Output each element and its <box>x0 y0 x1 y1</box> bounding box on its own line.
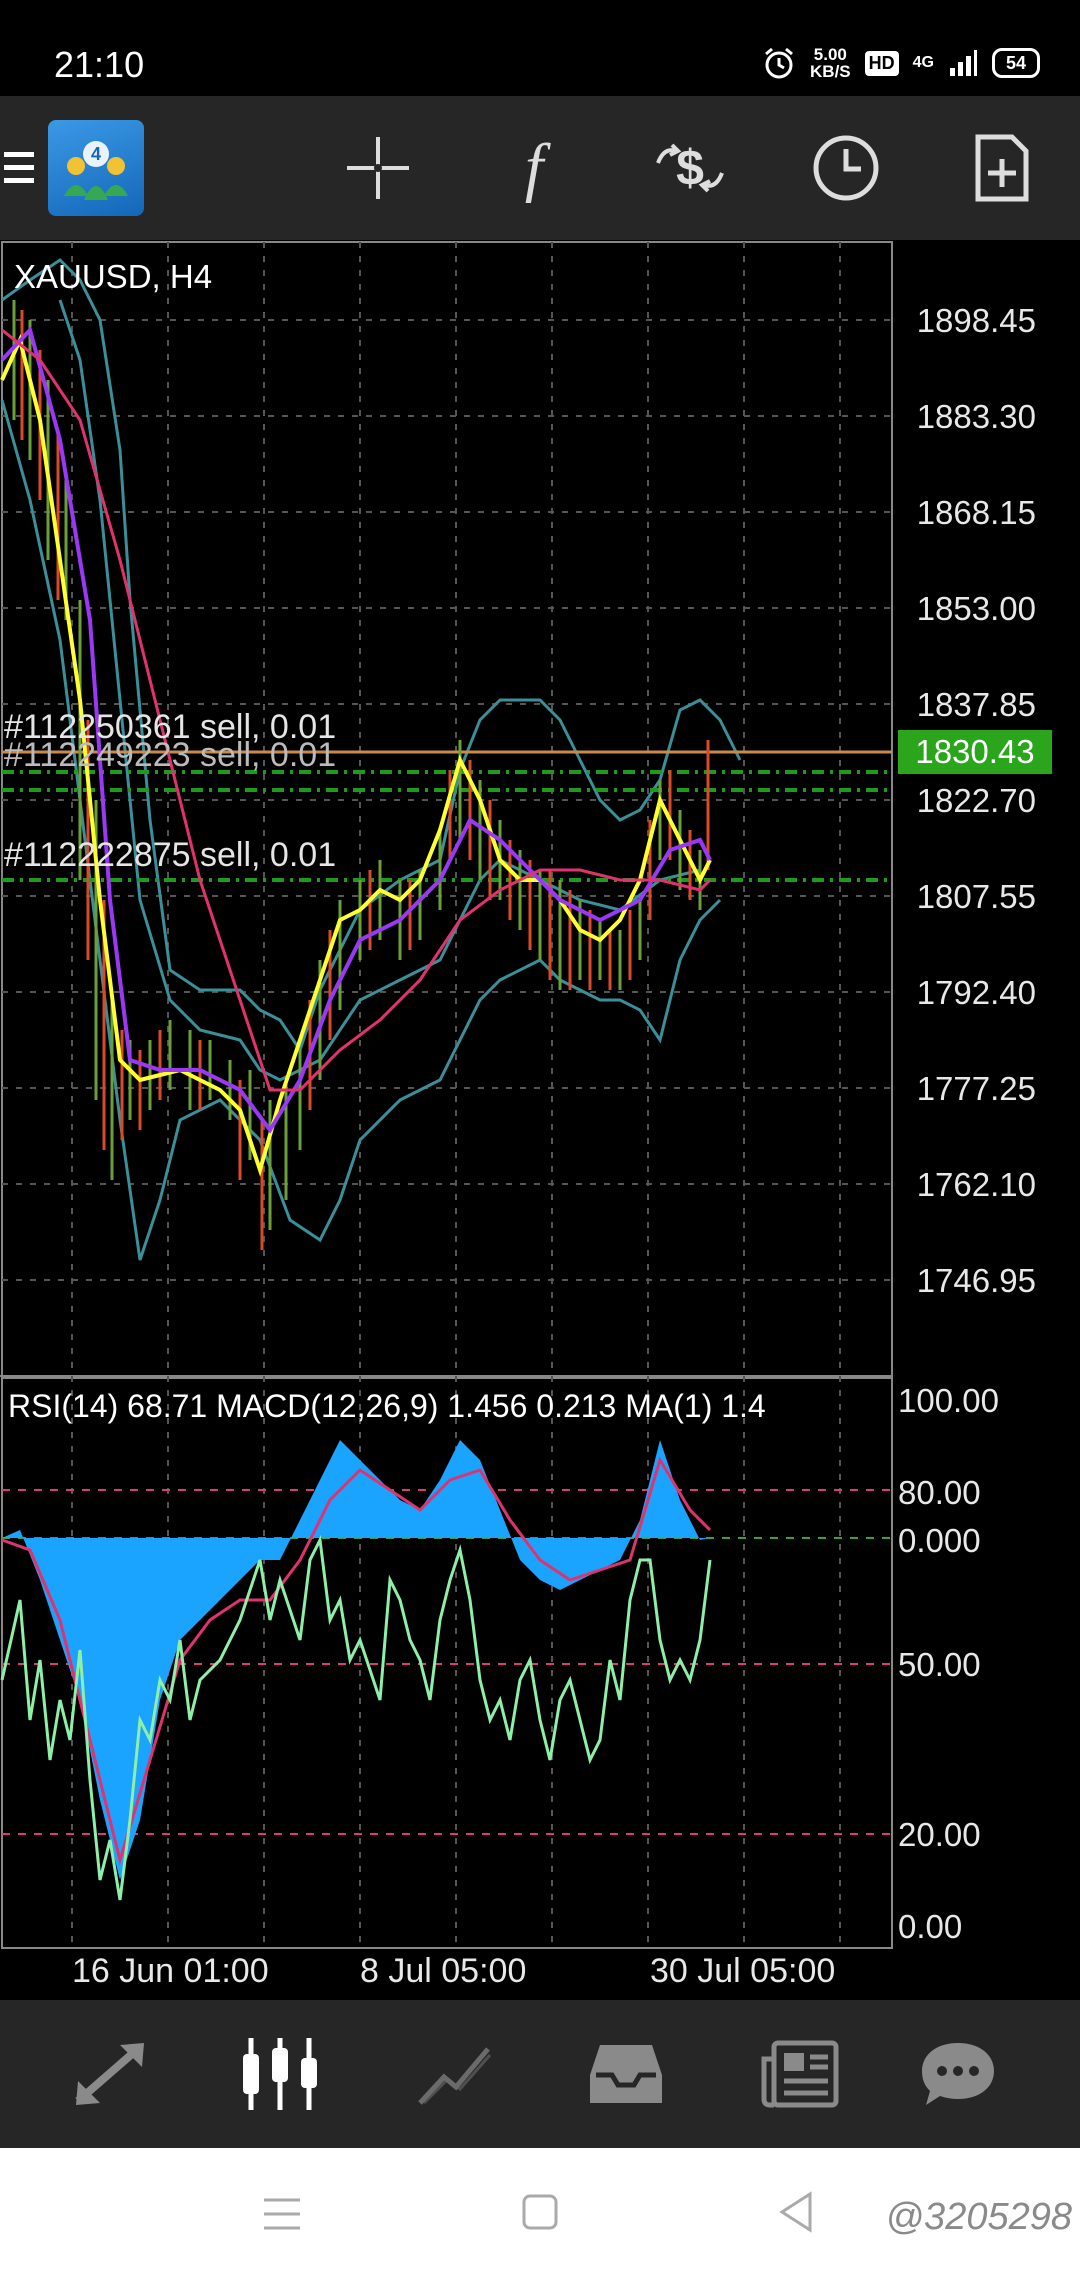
price-tick: 1792.40 <box>916 974 1036 1011</box>
top-toolbar: 4 f $ <box>0 96 1080 240</box>
trade-dollar-icon[interactable]: $ <box>642 96 738 240</box>
hd-badge: HD <box>864 50 899 76</box>
price-tick: 1837.85 <box>916 686 1036 723</box>
svg-text:$: $ <box>676 140 704 196</box>
svg-text:f: f <box>525 133 551 203</box>
back-triangle-icon[interactable] <box>776 2190 816 2239</box>
battery-indicator: 54 <box>992 48 1040 78</box>
alarm-icon <box>765 47 793 79</box>
time-tick: 8 Jul 05:00 <box>360 1952 527 1990</box>
chart-symbol-title: XAUUSD, H4 <box>14 258 213 295</box>
price-tick: 1853.00 <box>916 590 1036 627</box>
order-label-2[interactable]: #112249223 sell, 0.01 <box>4 736 336 775</box>
indicators-f-icon[interactable]: f <box>486 96 582 240</box>
crosshair-icon[interactable] <box>330 96 426 240</box>
trade-line-icon[interactable] <box>394 2000 514 2148</box>
indicator-tick: 50.00 <box>898 1646 981 1683</box>
home-square-icon[interactable] <box>520 2192 560 2237</box>
network-type: 4G <box>912 54 934 71</box>
price-tick: 1883.30 <box>916 398 1036 435</box>
clock-icon[interactable] <box>798 96 894 240</box>
indicator-title: RSI(14) 68.71 MACD(12,26,9) 1.456 0.213 … <box>8 1388 766 1424</box>
status-icons: 5.00 KB/S HD 4G 54 <box>762 40 1040 86</box>
menu-lines-icon[interactable] <box>262 2196 302 2237</box>
metatrader-4-logo[interactable]: 4 <box>48 120 144 216</box>
indicator-tick: 80.00 <box>898 1474 981 1511</box>
chat-icon[interactable] <box>898 2000 1018 2148</box>
indicator-tick: 20.00 <box>898 1816 981 1853</box>
watermark: @3205298 <box>885 2196 1072 2238</box>
time-tick: 30 Jul 05:00 <box>650 1952 836 1990</box>
current-price-badge: 1830.43 <box>898 730 1052 774</box>
price-tick: 1898.45 <box>916 302 1036 339</box>
chart-candles-icon[interactable] <box>220 2000 340 2148</box>
price-tick: 1777.25 <box>916 1070 1036 1107</box>
news-icon[interactable] <box>740 2000 860 2148</box>
indicator-tick: 0.000 <box>898 1522 981 1559</box>
price-tick: 1822.70 <box>916 782 1036 819</box>
price-tick: 1746.95 <box>916 1262 1036 1299</box>
speed-unit: KB/S <box>810 62 851 81</box>
price-tick: 1868.15 <box>916 494 1036 531</box>
svg-text:4: 4 <box>91 144 101 164</box>
bottom-navigation <box>0 2000 1080 2148</box>
status-bar: 21:10 5.00 KB/S HD 4G 54 <box>0 0 1080 96</box>
signal-icon <box>950 50 977 76</box>
hamburger-icon[interactable] <box>0 96 40 240</box>
inbox-icon[interactable] <box>566 2000 686 2148</box>
order-label-3[interactable]: #112222875 sell, 0.01 <box>4 836 336 875</box>
time-tick: 16 Jun 01:00 <box>72 1952 269 1990</box>
price-tick: 1762.10 <box>916 1166 1036 1203</box>
price-tick: 1807.55 <box>916 878 1036 915</box>
indicator-tick: 0.00 <box>898 1908 963 1945</box>
network-speed: 5.00 KB/S <box>810 46 851 80</box>
indicator-tick: 100.00 <box>898 1382 999 1419</box>
quotes-arrows-icon[interactable] <box>50 2000 170 2148</box>
new-document-icon[interactable] <box>954 96 1050 240</box>
status-time: 21:10 <box>54 44 145 85</box>
